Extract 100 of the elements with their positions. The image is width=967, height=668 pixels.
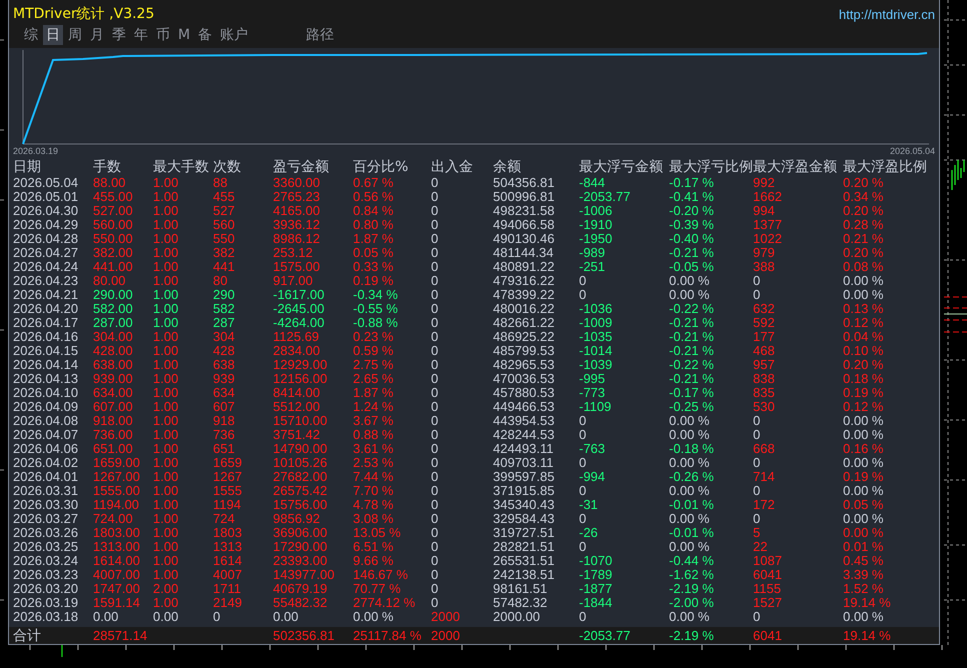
table-cell: 1.00 [153,568,178,582]
table-cell: 457880.53 [493,386,554,400]
table-cell: 15710.00 [273,414,328,428]
table-cell: 550.00 [93,232,133,246]
table-cell: 1194.00 [93,498,140,512]
table-cell: 1.00 [153,260,178,274]
table-cell: 494066.58 [493,218,554,232]
table-cell: 2774.12 % [353,596,416,610]
table-cell: 0 [431,372,438,386]
table-cell: 0 [431,582,438,596]
tab[interactable]: 综 [21,25,41,45]
table-cell: 1659.00 [93,456,140,470]
table-cell: 1527 [753,596,782,610]
tab[interactable]: 币 [153,25,173,45]
table-cell: -0.21 % [669,330,714,344]
table-cell: 498231.58 [493,204,554,218]
table-cell: 470036.53 [493,372,554,386]
table-cell: 304.00 [93,330,133,344]
table-cell: -2053.77 [579,628,630,642]
table-cell: 57482.32 [493,596,548,610]
table-cell: 0 [431,232,438,246]
table-cell: 1711 [213,582,241,596]
table-cell: 1022 [753,232,782,246]
table-cell: 632 [753,302,775,316]
tab[interactable]: M [175,26,194,44]
tab[interactable]: 年 [131,25,151,45]
tab[interactable]: 季 [109,25,129,45]
table-cell: 0.00 % [843,456,884,470]
table-cell: 455 [213,190,235,204]
table-cell: 2026.04.08 [13,414,78,428]
table-cell: 1313 [213,540,242,554]
table-cell: 7.44 % [353,470,394,484]
table-cell: 0 [431,204,438,218]
table-cell: 2026.03.23 [13,568,78,582]
table-cell: 724 [213,512,235,526]
table-cell: 1.00 [153,330,178,344]
table-cell: 979 [753,246,775,260]
table-cell: 1087 [753,554,782,568]
table-cell: 0.00 % [843,414,884,428]
table-cell: 939.00 [93,372,133,386]
tab[interactable]: 备 [195,25,216,45]
table-cell: 424493.11 [493,442,554,456]
column-header: 最大浮亏比例 [669,158,753,176]
table-cell: -0.17 % [669,176,714,190]
table-cell: 428.00 [93,344,133,358]
tab[interactable]: 账户 [217,25,252,45]
table-cell: 1.00 [153,358,178,372]
column-header: 最大手数 [153,158,210,176]
table-cell: 607 [213,400,235,414]
tab[interactable]: 周 [65,25,85,45]
table-cell: 36906.00 [273,526,328,540]
table-cell: -0.22 % [669,358,714,372]
table-cell: 918.00 [93,414,133,428]
table-cell: 0 [431,302,438,316]
table-cell: 1.00 [153,204,178,218]
table-cell: 0.00 % [843,484,884,498]
table-cell: 2026.04.13 [13,372,78,386]
table-cell: -1789 [579,568,612,582]
table-cell: 0.10 % [843,344,884,358]
table-cell: 4165.00 [273,204,320,218]
table-cell: 88.00 [93,176,126,190]
table-cell: -1844 [579,596,612,610]
table-cell: 0.12 % [843,400,884,414]
tab[interactable]: 路径 [303,25,338,45]
table-cell: 530 [753,400,775,414]
table-cell: 1.00 [153,428,178,442]
table-cell: 143977.00 [273,568,334,582]
table-cell: 5 [753,526,760,540]
table-cell: 290.00 [93,288,133,302]
table-cell: 490130.46 [493,232,554,246]
table-cell: 1.00 [153,554,178,568]
table-cell: -0.20 % [669,204,714,218]
table-cell: 0.00 % [669,484,710,498]
tab[interactable]: 日 [43,25,63,45]
window-title: MTDriver统计 ,V3.25 [13,5,154,23]
table-cell: 388 [753,260,775,274]
table-cell: 253.12 [273,246,313,260]
table-cell: -1109 [579,400,612,414]
table-cell: 2026.03.20 [13,582,78,596]
table-cell: 12929.00 [273,358,328,372]
table-cell: 1747.00 [93,582,140,596]
table-cell: 4007.00 [93,568,140,582]
table-cell: 1.52 % [843,582,884,596]
table-cell: 1125.69 [273,330,320,344]
table-cell: 1.00 [153,400,178,414]
table-cell: -2053.77 [579,190,630,204]
table-cell: 736.00 [93,428,133,442]
table-cell: 481144.34 [493,246,554,260]
table-cell: 0 [213,610,220,624]
table-cell: 560 [213,218,235,232]
table-cell: 1.00 [153,218,178,232]
table-cell: 2026.04.21 [13,288,78,302]
table-cell: 70.77 % [353,582,401,596]
table-cell: 550 [213,232,235,246]
table-cell: 0 [431,568,438,582]
tab[interactable]: 月 [87,25,107,45]
table-cell: 1.00 [153,456,178,470]
table-cell: 0.33 % [353,260,394,274]
table-cell: 2026.04.27 [13,246,78,260]
website-link[interactable]: http://mtdriver.cn [838,6,935,22]
